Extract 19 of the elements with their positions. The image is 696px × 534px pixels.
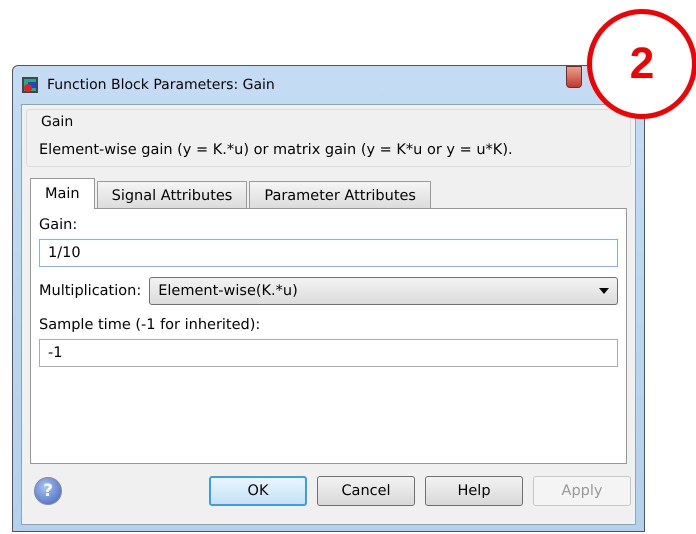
group-title: Gain [41,114,74,130]
caret-icon [599,288,609,294]
tab[interactable]: Main [30,178,95,209]
field-label: Sample time (-1 for inherited): [39,317,262,333]
block-icon [21,76,39,94]
input-field[interactable]: -1 [39,339,618,367]
close-button[interactable] [566,66,582,88]
field-label: Multiplication: [39,283,142,299]
dialog-button[interactable]: Help [425,476,523,506]
tab[interactable]: Parameter Attributes [249,181,431,208]
field-label: Gain: [39,217,78,233]
input-field[interactable]: 1/10 [39,239,618,267]
dialog-button[interactable]: OK [209,476,307,506]
group-description: Element-wise gain (y = K.*u) or matrix gain (y = K*u or y = u*K). [39,142,514,158]
dialog-button[interactable]: Cancel [317,476,415,506]
tab[interactable]: Signal Attributes [96,181,248,208]
step-badge: 2 [587,9,696,119]
dropdown[interactable]: Element-wise(K.*u) [149,277,618,305]
window-title: Function Block Parameters: Gain [47,77,275,93]
